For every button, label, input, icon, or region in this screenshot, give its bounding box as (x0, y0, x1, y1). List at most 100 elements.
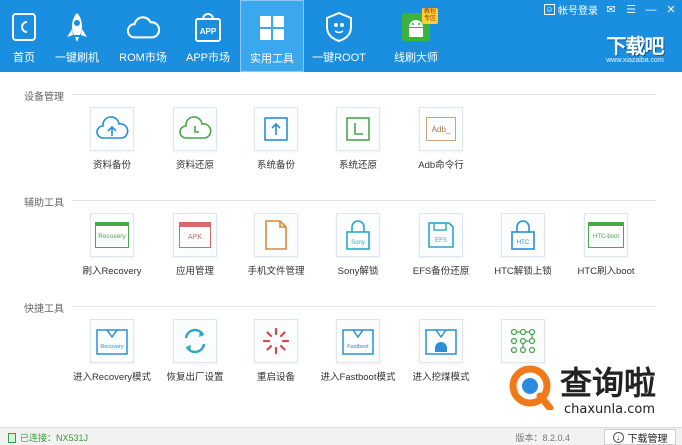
htc-text: HTC (517, 240, 530, 246)
tool-label: 资料还原 (175, 160, 214, 171)
nav-one-click-root[interactable]: 一键ROOT (304, 0, 374, 72)
recovery-folder-icon: Recovery (90, 213, 134, 257)
magnifier-logo-icon (509, 365, 554, 410)
section-title-device: 设备管理 (24, 92, 64, 103)
adb-text: Adb_ (426, 117, 456, 141)
tutorial-badge[interactable]: 教程 专区 (422, 8, 439, 24)
efs-disk-icon: EFS (419, 213, 463, 257)
tool-system-backup[interactable]: 系统备份 (236, 107, 316, 171)
svg-text:APP: APP (200, 27, 217, 36)
login-label: 帐号登录 (558, 6, 598, 17)
shield-icon (322, 10, 356, 44)
efs-text: EFS (435, 238, 447, 244)
logo-subtitle: www.xiazaiba.com (606, 57, 664, 64)
tool-enter-fastboot[interactable]: Fastboot 进入Fastboot模式 (318, 319, 398, 383)
nav-home[interactable]: 首页 (4, 0, 44, 72)
recovery-download-icon: Recovery (90, 319, 134, 363)
window-controls: ☺ 帐号登录 ✉ ☰ — ✕ (544, 2, 678, 17)
chaxunla-watermark: 查询啦 chaxunla.com (508, 358, 676, 424)
system-restore-icon (336, 107, 380, 151)
nav-utility-tools[interactable]: 实用工具 (240, 0, 304, 72)
connection-text: 已连接：NX531J (20, 433, 89, 443)
watermark-sub: chaxunla.com (564, 402, 655, 417)
nav-flash-master[interactable]: 教程 专区 线刷大师 (374, 0, 458, 72)
tool-htc-unlock-lock[interactable]: HTC HTC解锁上锁 (483, 213, 563, 277)
grid-icon (255, 11, 289, 45)
pattern-lock-icon (501, 319, 545, 363)
nav-flash-master-label: 线刷大师 (394, 52, 438, 64)
tool-factory-reset[interactable]: 恢复出厂设置 (155, 319, 235, 383)
feedback-icon[interactable]: ✉ (604, 3, 618, 17)
tool-label: 进入挖煤模式 (412, 372, 470, 383)
tool-reboot-device[interactable]: 重启设备 (236, 319, 316, 383)
user-icon: ☺ (544, 4, 555, 15)
fastboot-icon: Fastboot (336, 319, 380, 363)
tool-label: 进入Fastboot模式 (320, 372, 396, 383)
section-title-quick: 快捷工具 (24, 304, 64, 315)
tool-label: Sony解锁 (337, 266, 379, 277)
tool-phone-file-manager[interactable]: 手机文件管理 (236, 213, 316, 277)
xiazaiba-logo: 下载吧 www.xiazaiba.com (596, 30, 674, 68)
apk-box-icon: APK (173, 213, 217, 257)
account-login[interactable]: ☺ 帐号登录 (544, 2, 598, 17)
tool-label: Adb命令行 (418, 160, 464, 171)
tool-label: 应用管理 (175, 266, 214, 277)
close-icon[interactable]: ✕ (664, 3, 678, 17)
tool-sony-unlock[interactable]: Sony Sony解锁 (318, 213, 398, 277)
tool-system-restore[interactable]: 系统还原 (318, 107, 398, 171)
download-manager-button[interactable]: ↓ 下载管理 (604, 429, 676, 445)
menu-icon[interactable]: ☰ (624, 3, 638, 17)
tool-enter-recovery[interactable]: Recovery 进入Recovery模式 (72, 319, 152, 383)
sony-text: Sony (351, 240, 365, 246)
recovery-text: Recovery (95, 222, 129, 248)
home-icon (7, 10, 41, 44)
phone-icon (8, 432, 16, 443)
status-bar: 已连接：NX531J 版本：8.2.0.4 (0, 427, 682, 445)
boot-folder-icon: HTC-boot (584, 213, 628, 257)
nav-one-click-flash-label: 一键刷机 (55, 52, 99, 64)
section-divider (72, 94, 656, 95)
tool-label: 恢复出厂设置 (166, 372, 224, 383)
watermark-text: 查询啦 (560, 364, 657, 402)
tool-data-restore[interactable]: 资料还原 (155, 107, 235, 171)
file-icon (254, 213, 298, 257)
lock-icon: HTC (501, 213, 545, 257)
nav-home-label: 首页 (13, 52, 35, 64)
fastboot-text: Fastboot (347, 344, 369, 350)
tool-htc-flash-boot[interactable]: HTC-boot HTC刷入boot (566, 213, 646, 277)
tool-label: HTC刷入boot (577, 266, 635, 277)
tool-label: EFS备份还原 (412, 266, 470, 277)
tool-label: 重启设备 (256, 372, 295, 383)
lock-icon: Sony (336, 213, 380, 257)
nav-rom-market[interactable]: ROM市场 (110, 0, 176, 72)
cloud-restore-icon (173, 107, 217, 151)
nav-app-market-label: APP市场 (185, 52, 230, 64)
tool-flash-recovery[interactable]: Recovery 刷入Recovery (72, 213, 152, 277)
nav-app-market[interactable]: APP APP市场 (176, 0, 240, 72)
logo-title: 下载吧 (606, 36, 665, 58)
htc-boot-text: HTC-boot (588, 222, 624, 248)
nav-rom-market-label: ROM市场 (119, 52, 167, 64)
section-divider (72, 306, 656, 307)
tool-efs-backup-restore[interactable]: EFS EFS备份还原 (401, 213, 481, 277)
terminal-icon: Adb_ (419, 107, 463, 151)
apk-text: APK (179, 222, 211, 248)
shopping-bag-icon: APP (191, 10, 225, 44)
tool-data-backup[interactable]: 资料备份 (72, 107, 152, 171)
section-title-assist: 辅助工具 (24, 198, 64, 209)
refresh-icon (173, 319, 217, 363)
minimize-icon[interactable]: — (644, 3, 658, 17)
download-icon: ↓ (612, 431, 624, 443)
tool-label: 资料备份 (92, 160, 131, 171)
tool-adb-console[interactable]: Adb_ Adb命令行 (401, 107, 481, 171)
android-download-icon (419, 319, 463, 363)
nav-utility-tools-label: 实用工具 (250, 53, 294, 65)
enter-recovery-text: Recovery (100, 344, 123, 350)
top-header: 首页 一键刷机 ROM市场 APP APP市场 实用工具 一键ROOT 教程 专… (0, 0, 682, 72)
tool-label: 手机文件管理 (247, 266, 305, 277)
nav-one-click-flash[interactable]: 一键刷机 (44, 0, 110, 72)
rocket-icon (60, 10, 94, 44)
tool-enter-download-mode[interactable]: 进入挖煤模式 (401, 319, 481, 383)
tool-app-manager[interactable]: APK 应用管理 (155, 213, 235, 277)
tool-label: HTC解锁上锁 (494, 266, 552, 277)
